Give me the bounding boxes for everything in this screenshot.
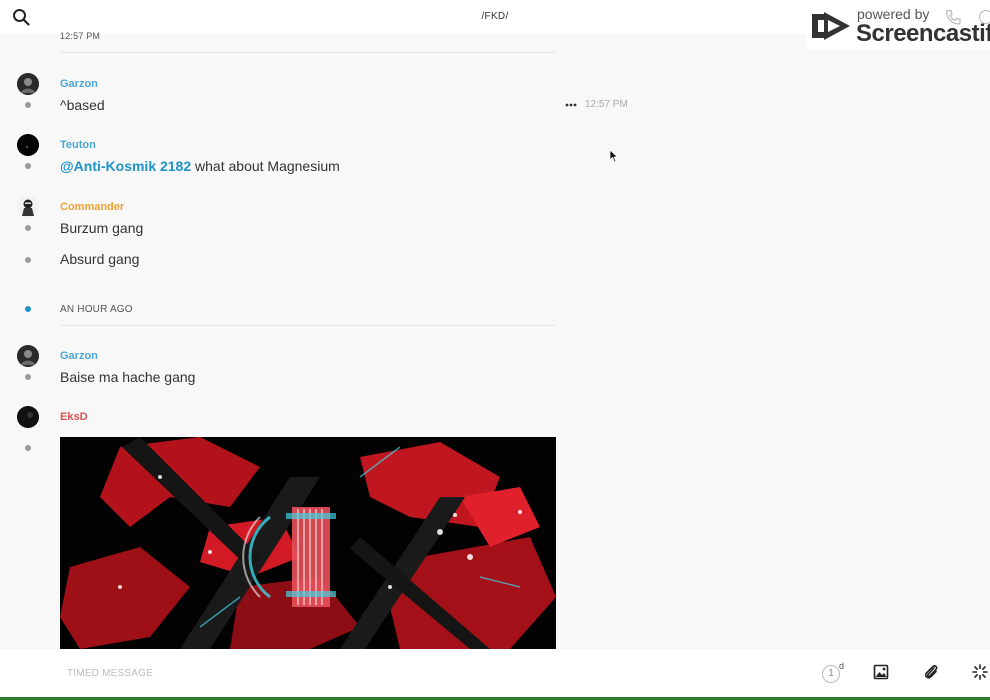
avatar[interactable] [17, 196, 39, 218]
username-commander[interactable]: Commander [60, 201, 124, 213]
message-dot [25, 225, 31, 231]
avatar[interactable] [17, 406, 39, 428]
avatar[interactable] [17, 134, 39, 156]
timer-unit: d [839, 661, 845, 671]
composer-bar: 1 d [0, 649, 990, 700]
timer-value: 1 [822, 665, 840, 683]
user-mention[interactable]: @Anti-Kosmik 2182 [60, 158, 191, 174]
timer-button[interactable]: 1 d [822, 661, 846, 685]
avatar-image [17, 134, 39, 156]
avatar[interactable] [17, 73, 39, 95]
username-eksd[interactable]: EksD [60, 411, 88, 423]
watermark-brand: Screencastify [856, 20, 990, 47]
divider [60, 52, 556, 53]
time-separator: AN HOUR AGO [60, 304, 133, 315]
image-attachment[interactable] [60, 437, 556, 649]
avatar-image [17, 406, 39, 428]
avatar-image [17, 345, 39, 367]
paperclip-icon[interactable] [923, 663, 939, 681]
username-garzon[interactable]: Garzon [60, 350, 98, 362]
message-text: Absurd gang [60, 251, 140, 267]
screencastify-logo-icon [812, 12, 850, 40]
more-options-icon[interactable] [565, 103, 577, 107]
username-garzon[interactable]: Garzon [60, 78, 98, 90]
info-icon[interactable] [979, 10, 990, 24]
message-dot [25, 374, 31, 380]
message-hover-time: 12:57 PM [585, 99, 628, 110]
username-teuton[interactable]: Teuton [60, 139, 96, 151]
attachment-image [60, 437, 556, 649]
screencastify-watermark: powered by Screencastify [806, 0, 990, 50]
divider [60, 325, 556, 326]
avatar-image [17, 196, 39, 218]
avatar[interactable] [17, 345, 39, 367]
avatar-image [17, 73, 39, 95]
phone-icon[interactable] [945, 9, 961, 25]
message-text-body: what about Magnesium [191, 158, 340, 174]
message-dot [25, 445, 31, 451]
mouse-cursor-icon [609, 149, 619, 163]
message-text: Burzum gang [60, 220, 144, 236]
sparkle-icon[interactable] [972, 664, 988, 680]
image-icon[interactable] [873, 664, 889, 680]
previous-timestamp: 12:57 PM [60, 31, 101, 41]
message-dot [25, 163, 31, 169]
message-dot [25, 257, 31, 263]
timed-message-input[interactable] [67, 668, 567, 679]
message-text: ^based [60, 97, 105, 113]
unread-marker-dot [25, 306, 31, 312]
message-dot [25, 102, 31, 108]
message-text: Baise ma hache gang [60, 369, 196, 385]
message-text: @Anti-Kosmik 2182 what about Magnesium [60, 158, 340, 174]
